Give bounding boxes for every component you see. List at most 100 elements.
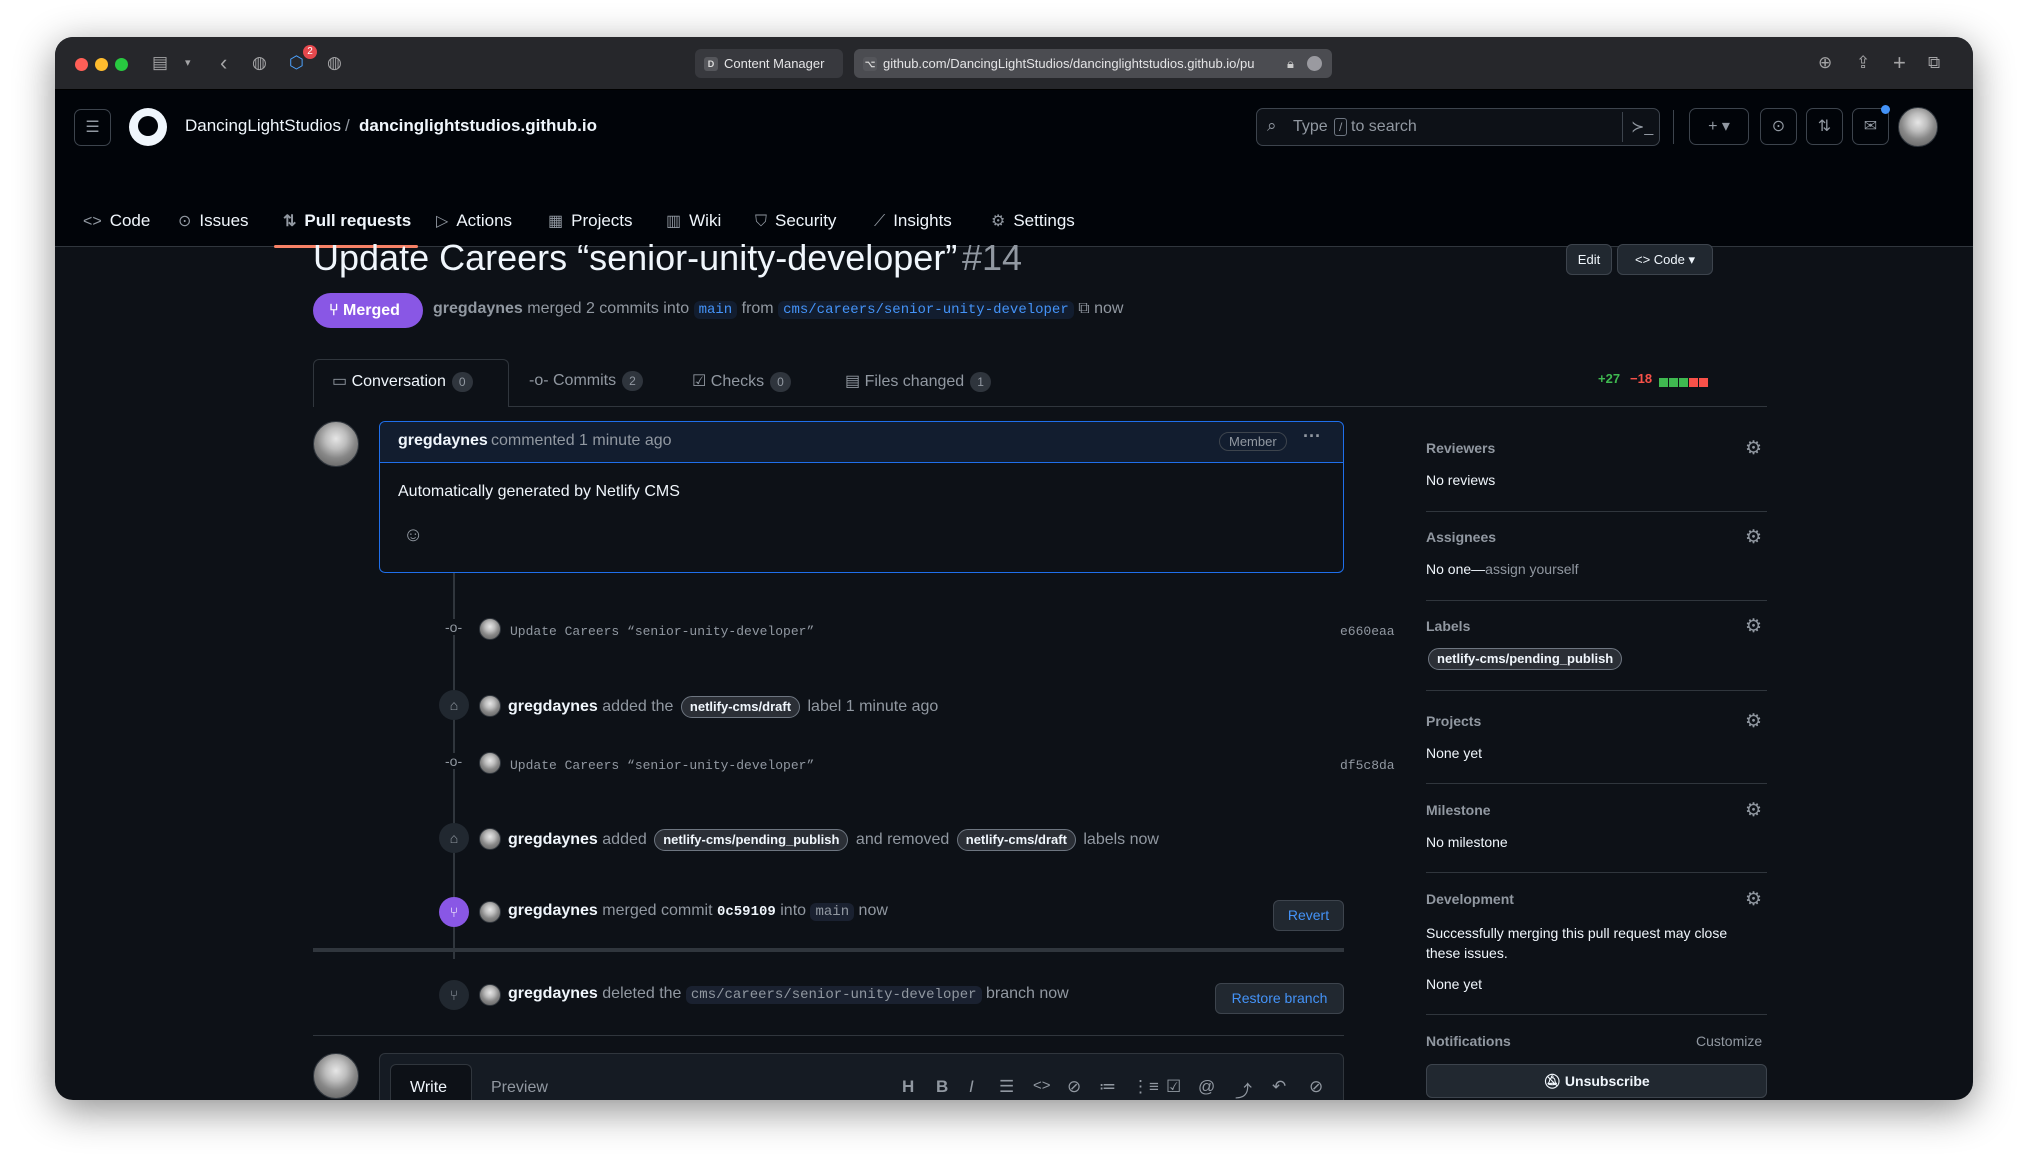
task-list-icon[interactable]: ☑ [1166, 1077, 1181, 1097]
code-dropdown-button[interactable]: <> Code ▾ [1617, 244, 1713, 275]
heading-icon[interactable]: H [902, 1077, 914, 1097]
quote-icon[interactable]: ☰ [999, 1077, 1014, 1097]
reference-icon[interactable]: ⤴ [1235, 1077, 1252, 1100]
extension-cube-icon[interactable]: ⬡ [289, 51, 304, 75]
commit-message[interactable]: Update Careers “senior-unity-developer” [510, 758, 814, 773]
mention-icon[interactable]: @ [1198, 1077, 1215, 1097]
commit-icon: -o- [445, 753, 463, 769]
commit-icon: -o- [445, 619, 463, 635]
tab-overview-icon[interactable]: ⧉ [1928, 51, 1940, 75]
extension-icon-2[interactable]: ◍ [327, 51, 342, 75]
write-tab[interactable]: Write [410, 1079, 447, 1097]
tab-files-changed[interactable]: ▤ Files changed 1 [845, 371, 991, 392]
pr-author-link[interactable]: gregdaynes [433, 300, 523, 317]
bold-icon[interactable]: B [936, 1077, 948, 1097]
share-icon[interactable]: ⇪ [1856, 51, 1870, 75]
minimize-window-button[interactable] [95, 58, 108, 71]
hamburger-menu-button[interactable]: ☰ [74, 109, 111, 146]
gear-icon[interactable]: ⚙ [1745, 890, 1762, 910]
reviewers-heading[interactable]: Reviewers [1426, 440, 1495, 456]
repo-owner-link[interactable]: DancingLightStudios [185, 116, 341, 136]
tab-checks[interactable]: ☑ Checks 0 [692, 371, 791, 392]
labels-changed-event: gregdaynes added netlify-cms/pending_pub… [508, 829, 1159, 851]
link-icon[interactable]: ⊘ [1067, 1077, 1081, 1097]
event-avatar[interactable] [479, 695, 501, 717]
projects-heading[interactable]: Projects [1426, 713, 1481, 729]
back-icon[interactable]: ‹ [220, 51, 227, 75]
repo-name-link[interactable]: dancinglightstudios.github.io [359, 116, 597, 136]
slash-icon[interactable]: ⊘ [1309, 1077, 1323, 1097]
gear-icon[interactable]: ⚙ [1745, 439, 1762, 459]
commit-avatar[interactable] [479, 752, 501, 774]
head-branch[interactable]: cms/careers/senior-unity-developer [778, 301, 1074, 319]
gear-icon[interactable]: ⚙ [1745, 617, 1762, 637]
search-input[interactable]: ⌕ Type / to search ≻_ [1256, 108, 1660, 146]
reply-icon[interactable]: ↶ [1272, 1077, 1286, 1097]
event-avatar[interactable] [479, 901, 501, 923]
label-added-event: gregdaynes added the netlify-cms/draft l… [508, 696, 938, 718]
create-new-button[interactable]: + ▾ [1689, 108, 1749, 145]
download-icon[interactable]: ⊕ [1818, 51, 1832, 75]
tab-commits[interactable]: -o- Commits 2 [529, 371, 643, 391]
base-branch[interactable]: main [693, 301, 738, 319]
copy-icon[interactable]: ⧉ [1078, 300, 1089, 317]
browser-tab-content-manager[interactable]: D Content Manager [695, 49, 843, 78]
ordered-list-icon[interactable]: ⋮≡ [1132, 1077, 1159, 1097]
comment-meta[interactable]: commented 1 minute ago [491, 432, 672, 450]
event-avatar[interactable] [479, 828, 501, 850]
label-chip[interactable]: netlify-cms/draft [956, 829, 1076, 851]
unordered-list-icon[interactable]: ≔ [1099, 1077, 1116, 1097]
comment-box: gregdaynes commented 1 minute ago Member… [379, 421, 1344, 573]
kebab-menu-icon[interactable]: ··· [1303, 426, 1321, 447]
new-tab-icon[interactable]: + [1893, 51, 1906, 75]
gear-icon[interactable]: ⚙ [1745, 528, 1762, 548]
italic-icon[interactable]: I [969, 1077, 974, 1097]
development-heading[interactable]: Development [1426, 891, 1514, 907]
edit-title-button[interactable]: Edit [1566, 244, 1612, 275]
commit-sha[interactable]: e660eaa [1340, 624, 1395, 639]
unsubscribe-button[interactable]: 🔕︎ Unsubscribe [1426, 1064, 1767, 1098]
merge-commit-sha[interactable]: 0c59109 [717, 904, 776, 920]
current-user-avatar[interactable] [313, 1053, 359, 1099]
extension-icon[interactable]: ◍ [252, 51, 267, 75]
code-icon[interactable]: <> [1033, 1077, 1051, 1094]
pull-requests-icon[interactable]: ⇅ [1806, 108, 1843, 145]
github-logo-icon[interactable] [129, 108, 167, 146]
commit-sha[interactable]: df5c8da [1340, 758, 1395, 773]
comment-author-avatar[interactable] [313, 421, 359, 467]
issues-icon[interactable]: ⊙ [1760, 108, 1797, 145]
more-icon[interactable] [1307, 56, 1322, 71]
milestone-heading[interactable]: Milestone [1426, 802, 1491, 818]
browser-tab-github[interactable]: ⌥ github.com/DancingLightStudios/dancing… [854, 49, 1332, 78]
chevron-down-icon[interactable]: ▾ [185, 51, 191, 75]
labels-heading[interactable]: Labels [1426, 618, 1470, 634]
command-palette-icon[interactable]: ≻_ [1631, 117, 1653, 137]
label-chip[interactable]: netlify-cms/draft [680, 696, 801, 718]
user-avatar[interactable] [1898, 107, 1938, 147]
assign-yourself-link[interactable]: assign yourself [1485, 561, 1578, 577]
sidebar-toggle-icon[interactable]: ▤ [152, 51, 168, 75]
revert-button[interactable]: Revert [1273, 900, 1344, 931]
nav-code[interactable]: <> Code [83, 193, 150, 249]
add-reaction-icon[interactable]: ☺ [403, 524, 423, 547]
development-value: None yet [1426, 976, 1483, 992]
github-header: ☰ DancingLightStudios / dancinglightstud… [55, 90, 1973, 249]
gear-icon[interactable]: ⚙ [1745, 712, 1762, 732]
event-avatar[interactable] [479, 984, 501, 1006]
gear-icon[interactable]: ⚙ [1745, 801, 1762, 821]
search-icon: ⌕ [1267, 116, 1277, 135]
assignees-heading[interactable]: Assignees [1426, 529, 1496, 545]
customize-link[interactable]: Customize [1696, 1033, 1762, 1049]
commit-message[interactable]: Update Careers “senior-unity-developer” [510, 624, 814, 639]
restore-branch-button[interactable]: Restore branch [1215, 983, 1344, 1014]
diffstat-bar [1659, 374, 1709, 387]
preview-tab[interactable]: Preview [491, 1079, 548, 1097]
close-window-button[interactable] [75, 58, 88, 71]
nav-issues[interactable]: ⊙ Issues [178, 193, 249, 249]
label-chip[interactable]: netlify-cms/pending_publish [654, 829, 849, 851]
commit-icon: -o- [529, 372, 553, 389]
commit-avatar[interactable] [479, 618, 501, 640]
zoom-window-button[interactable] [115, 58, 128, 71]
comment-author-link[interactable]: gregdaynes [398, 432, 488, 450]
sidebar-label-chip[interactable]: netlify-cms/pending_publish [1428, 648, 1623, 670]
